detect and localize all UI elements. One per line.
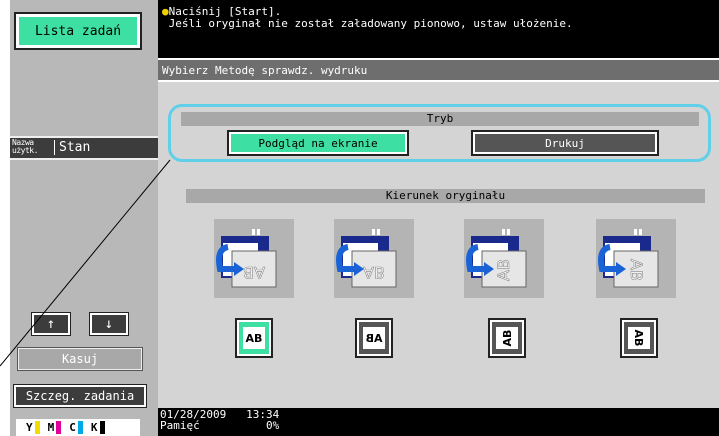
memory-value: 0% [265,419,280,432]
job-details-button[interactable]: Szczeg. zadania [13,384,147,408]
scroll-up-button[interactable]: ↑ [31,312,71,336]
toner-yellow: Y [26,421,44,435]
orientation-option-flipped[interactable]: AB [355,318,393,358]
document-feed-icon: AB [336,229,397,288]
orientation-option-rotated-right[interactable]: AB [620,318,658,358]
job-table-header: Nazwa użytk. Stan [10,136,158,160]
document-feed-icon: AB [216,229,277,288]
svg-text:AB: AB [494,259,513,281]
svg-text:AB: AB [363,263,385,282]
down-arrow-icon: ↓ [104,316,114,332]
control-panel-screen: Lista zadań Nazwa użytk. Stan ↑ ↓ Kasuj … [10,0,719,436]
orientation-rotated-right-icon: AB [628,327,650,349]
toner-magenta: M [48,421,66,435]
toner-levels: Y M C K [16,419,140,436]
message-area: ●Naciśnij [Start]. Jeśli oryginał nie zo… [162,6,573,30]
mode-header: Tryb [181,112,699,126]
up-arrow-icon: ↑ [46,316,56,332]
orientation-flipped-icon: AB [363,327,385,349]
info-bulb-icon: ● [162,5,169,18]
orientation-rotated-left-icon: AB [496,327,518,349]
svg-text:AB: AB [627,259,646,281]
document-feed-icon: AB [466,229,527,288]
column-status: Stan [54,140,90,155]
orientation-illustration-2: AB [334,219,414,298]
message-line-2: Jeśli oryginał nie został załadowany pio… [168,17,573,30]
orientation-illustration-1: AB [214,219,294,298]
orientation-option-rotated-left[interactable]: AB [488,318,526,358]
orientation-illustration-3: AB [464,219,544,298]
column-user-name: Nazwa użytk. [12,138,38,155]
orientation-illustration-4: AB [596,219,676,298]
orientation-option-upright[interactable]: AB [235,318,273,358]
mode-group: Tryb Podgląd na ekranie Drukuj [168,104,711,162]
scroll-down-button[interactable]: ↓ [89,312,129,336]
panel-title: Wybierz Metodę sprawdz. wydruku [158,60,719,82]
print-button[interactable]: Drukuj [471,130,659,156]
orientation-header: Kierunek oryginału [186,189,705,203]
orientation-upright-icon: AB [243,327,265,349]
screen-preview-button[interactable]: Podgląd na ekranie [227,130,409,156]
document-feed-icon: AB [598,229,659,288]
toner-cyan: C [69,421,87,435]
memory-label: Pamięć [160,419,200,432]
toner-black: K [91,421,109,435]
main-panel: Wybierz Metodę sprawdz. wydruku Tryb Pod… [158,58,719,408]
svg-text:AB: AB [243,263,265,282]
job-list-button[interactable]: Lista zadań [14,12,142,50]
status-bar: 01/28/2009 13:34 Pamięć 0% [160,409,279,431]
job-sidebar: Lista zadań Nazwa użytk. Stan ↑ ↓ Kasuj … [10,0,158,436]
delete-button[interactable]: Kasuj [17,347,143,371]
